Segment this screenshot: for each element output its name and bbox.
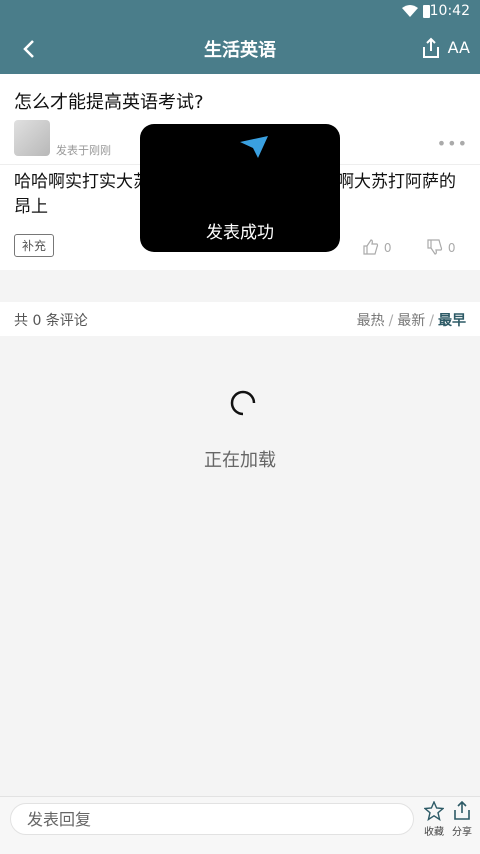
comments-header: 共 0 条评论 最热 / 最新 / 最早 (0, 302, 480, 336)
status-bar: 10:42 (0, 0, 480, 24)
avatar[interactable] (14, 120, 50, 156)
supplement-button[interactable]: 补充 (14, 234, 55, 257)
like-button[interactable]: 0 (362, 238, 391, 256)
favorite-label: 收藏 (424, 827, 444, 838)
like-count: 0 (383, 241, 392, 255)
page-title: 生活英语 (204, 40, 276, 61)
loading-text: 正在加载 (204, 450, 276, 471)
sort-new[interactable]: 最新 (397, 313, 425, 329)
comment-count: 共 0 条评论 (14, 313, 88, 329)
paper-plane-icon (240, 136, 268, 158)
share-icon[interactable] (420, 37, 442, 59)
font-size-icon[interactable]: AA (448, 38, 470, 57)
share-icon (454, 801, 470, 820)
sort-hot[interactable]: 最热 (357, 313, 385, 329)
loading-spinner-icon (230, 390, 256, 416)
status-time: 10:42 (429, 3, 470, 19)
favorite-button[interactable]: 收藏 (421, 801, 447, 838)
reply-input[interactable]: 发表回复 (10, 803, 414, 835)
share-label: 分享 (452, 827, 472, 838)
wifi-icon (402, 5, 418, 17)
question-title: 怎么才能提高英语考试? (14, 92, 204, 113)
sort-oldest[interactable]: 最早 (438, 313, 466, 329)
dislike-count: 0 (447, 241, 456, 255)
comments-list: 正在加载 (0, 336, 480, 796)
thumbs-up-icon (363, 239, 379, 255)
more-options-icon[interactable]: ••• (437, 134, 468, 153)
thumbs-down-icon (427, 239, 443, 255)
star-icon (424, 801, 444, 821)
share-button[interactable]: 分享 (449, 801, 475, 838)
app-bar: 生活英语 AA (0, 24, 480, 74)
sort-options: 最热 / 最新 / 最早 (356, 313, 466, 329)
dislike-button[interactable]: 0 (426, 238, 455, 256)
toast-message: 发表成功 (206, 223, 274, 243)
success-toast: 发表成功 (140, 124, 340, 252)
bottom-bar: 发表回复 收藏 分享 (0, 796, 480, 854)
post-time: 发表于刚刚 (56, 144, 111, 157)
